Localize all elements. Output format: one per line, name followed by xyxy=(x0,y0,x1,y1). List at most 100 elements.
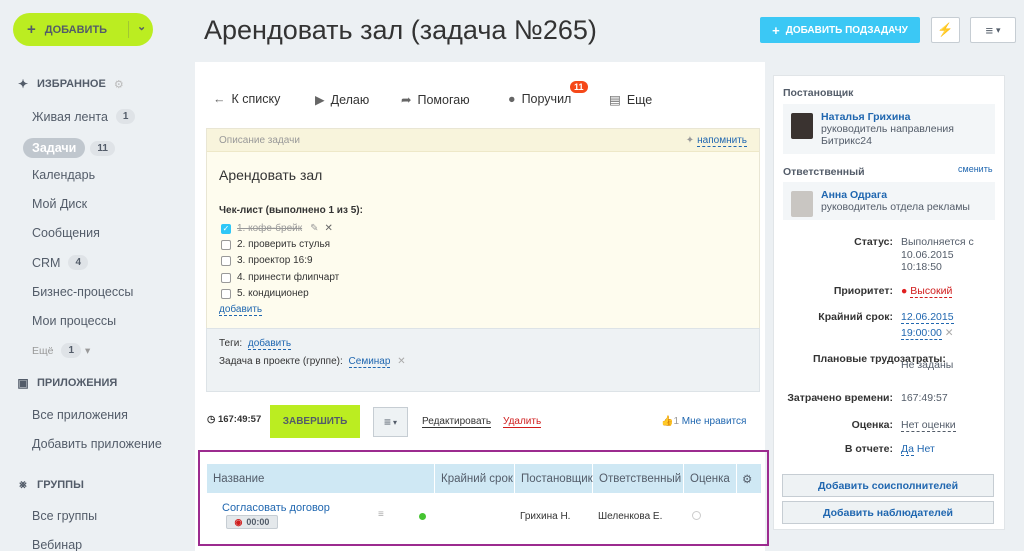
checklist-item[interactable]: 2. проверить стулья xyxy=(221,239,330,250)
description-header: Описание задачи ✦ напомнить xyxy=(207,129,759,152)
pencil-icon[interactable]: ✎ xyxy=(310,223,318,234)
chevron-down-icon[interactable]: ⌄ xyxy=(137,20,146,33)
add-subtask-button[interactable]: + ДОБАВИТЬ ПОДЗАДАЧУ xyxy=(760,17,920,43)
gear-icon[interactable]: ⚙ xyxy=(114,78,124,91)
deadline-time-label: 19:00:00 xyxy=(901,327,942,340)
sidebar-item-all-apps[interactable]: Все приложения xyxy=(32,408,128,422)
delete-link[interactable]: Удалить xyxy=(503,416,542,428)
table-row: Согласовать договор ◉ 00:00 ≡ Грихина Н. … xyxy=(207,494,761,538)
deadline-time[interactable]: 19:00:00 ✕ xyxy=(901,327,954,340)
creator-name-link[interactable]: Наталья Грихина xyxy=(821,111,971,123)
more-label: Еще xyxy=(626,92,653,107)
sidebar-item-label: Все приложения xyxy=(32,408,128,422)
edit-link[interactable]: Редактировать xyxy=(422,416,492,428)
subtasks-header: Название Крайний срок Постановщик Ответс… xyxy=(207,464,761,493)
creator-position: руководитель направления Битрикс24 xyxy=(821,123,954,147)
more-button[interactable]: ▤ Еще xyxy=(609,92,653,108)
timer[interactable]: ◷ 167:49:57 xyxy=(207,414,261,425)
checklist-item[interactable]: ✓ 1. кофе-брейк ✎ ✕ xyxy=(221,223,333,234)
sidebar-item-bizproc[interactable]: Бизнес-процессы xyxy=(32,285,133,299)
report-label: В отчете: xyxy=(844,443,893,455)
groups-label: ГРУППЫ xyxy=(37,478,84,491)
tags-add-link[interactable]: добавить xyxy=(247,338,292,350)
checklist-item[interactable]: 4. принести флипчарт xyxy=(221,272,339,283)
responsible-position: руководитель отдела рекламы xyxy=(821,201,970,213)
subtask-name-link[interactable]: Согласовать договор xyxy=(222,502,330,514)
responsible-name-link[interactable]: Анна Одрага xyxy=(821,189,970,201)
sidebar-item-crm[interactable]: CRM 4 xyxy=(32,255,89,270)
checkbox[interactable] xyxy=(221,288,231,299)
sidebar-item-all-groups[interactable]: Все группы xyxy=(32,509,97,523)
col-responsible[interactable]: Ответственный xyxy=(593,464,684,493)
assigned-count-badge: 11 xyxy=(570,81,588,93)
close-icon[interactable]: ✕ xyxy=(325,223,333,234)
close-icon[interactable]: ✕ xyxy=(397,356,405,367)
report-yes-link[interactable]: Да xyxy=(901,443,914,456)
finish-button[interactable]: ЗАВЕРШИТЬ xyxy=(270,405,360,438)
assigned-button[interactable]: ● Поручил xyxy=(508,92,571,106)
thumb-up-icon: 👍 xyxy=(661,416,674,427)
col-creator[interactable]: Постановщик xyxy=(515,464,593,493)
back-to-list-button[interactable]: ← К списку xyxy=(213,92,280,106)
avatar[interactable] xyxy=(791,113,813,139)
checkbox[interactable] xyxy=(221,272,231,283)
groups-section: ⨳ ГРУППЫ xyxy=(16,477,84,492)
sidebar-item-webinar[interactable]: Вебинар xyxy=(32,538,82,551)
checklist-title: Чек-лист (выполнено 1 из 5): xyxy=(219,205,363,216)
sidebar-item-messages[interactable]: Сообщения xyxy=(32,226,100,240)
sidebar-item-feed[interactable]: Живая лента 1 xyxy=(32,109,136,124)
favorites-section: ✦ ИЗБРАННОЕ ⚙ xyxy=(16,77,124,91)
sidebar-item-label: Календарь xyxy=(32,168,96,182)
creator-card: Наталья Грихина руководитель направления… xyxy=(783,104,995,154)
col-mark[interactable]: Оценка xyxy=(684,464,737,493)
counter-badge: 1 xyxy=(115,109,136,124)
sidebar-item-add-app[interactable]: Добавить приложение xyxy=(32,437,162,451)
lightning-icon: ⚡ xyxy=(937,22,954,37)
checklist-item[interactable]: 5. кондиционер xyxy=(221,288,309,299)
mark-value[interactable]: Нет оценки xyxy=(901,419,956,432)
project-link[interactable]: Семинар xyxy=(348,356,391,368)
sidebar-more[interactable]: Ещё 1 ▾ xyxy=(32,343,90,358)
help-button[interactable]: ➦ Помогаю xyxy=(401,92,470,108)
subtask-timer-value: 00:00 xyxy=(246,517,270,527)
checklist-item[interactable]: 3. проектор 16:9 xyxy=(221,255,313,266)
report-value: Да Нет xyxy=(901,443,935,456)
actions-menu-button[interactable]: ≡ ▾ xyxy=(373,407,408,437)
checkbox-checked[interactable]: ✓ xyxy=(221,223,231,234)
gear-icon[interactable]: ⚙ xyxy=(737,464,761,493)
col-deadline[interactable]: Крайний срок xyxy=(435,464,515,493)
favorites-label: ИЗБРАННОЕ xyxy=(37,78,106,90)
mark-circle-icon[interactable] xyxy=(692,511,701,520)
checkbox[interactable] xyxy=(221,255,231,266)
close-icon[interactable]: ✕ xyxy=(945,327,954,339)
sidebar-item-disk[interactable]: Мой Диск xyxy=(32,197,87,211)
sidebar-item-label: Добавить приложение xyxy=(32,437,162,451)
avatar[interactable] xyxy=(791,191,813,217)
add-button[interactable]: + ДОБАВИТЬ ⌄ xyxy=(13,13,153,46)
sidebar-item-calendar[interactable]: Календарь xyxy=(32,168,95,182)
list-menu-button[interactable]: ≡ ▾ xyxy=(970,17,1016,43)
checklist-add-link[interactable]: добавить xyxy=(219,304,263,316)
project-label: Задача в проекте (группе): xyxy=(219,356,343,367)
checkbox[interactable] xyxy=(221,239,231,250)
checklist-item-label: 3. проектор 16:9 xyxy=(237,255,313,266)
lightning-button[interactable]: ⚡ xyxy=(931,17,960,43)
pin-icon: ✦ xyxy=(17,77,29,91)
priority-value-label: Высокий xyxy=(910,285,953,298)
menu-icon[interactable]: ≡ xyxy=(378,509,384,520)
chevron-down-icon: ▾ xyxy=(85,344,91,357)
responsible-card: Анна Одрага руководитель отдела рекламы xyxy=(783,182,995,220)
col-name[interactable]: Название xyxy=(207,464,435,493)
like-button[interactable]: 👍1 Мне нравится xyxy=(661,416,746,427)
priority-value[interactable]: ● Высокий xyxy=(901,285,953,298)
sidebar-item-tasks[interactable]: Задачи 11 xyxy=(23,138,115,158)
change-responsible-link[interactable]: сменить xyxy=(958,164,993,174)
remind-link[interactable]: ✦ напомнить xyxy=(686,134,747,147)
report-no-link[interactable]: Нет xyxy=(917,443,935,455)
add-observers-button[interactable]: Добавить наблюдателей xyxy=(782,501,994,524)
deadline-value[interactable]: 12.06.2015 xyxy=(901,311,954,324)
subtask-timer[interactable]: ◉ 00:00 xyxy=(226,515,278,529)
doing-button[interactable]: ▶ Делаю xyxy=(315,92,369,108)
sidebar-item-myproc[interactable]: Мои процессы xyxy=(32,314,116,328)
add-coexecutors-button[interactable]: Добавить соисполнителей xyxy=(782,474,994,497)
